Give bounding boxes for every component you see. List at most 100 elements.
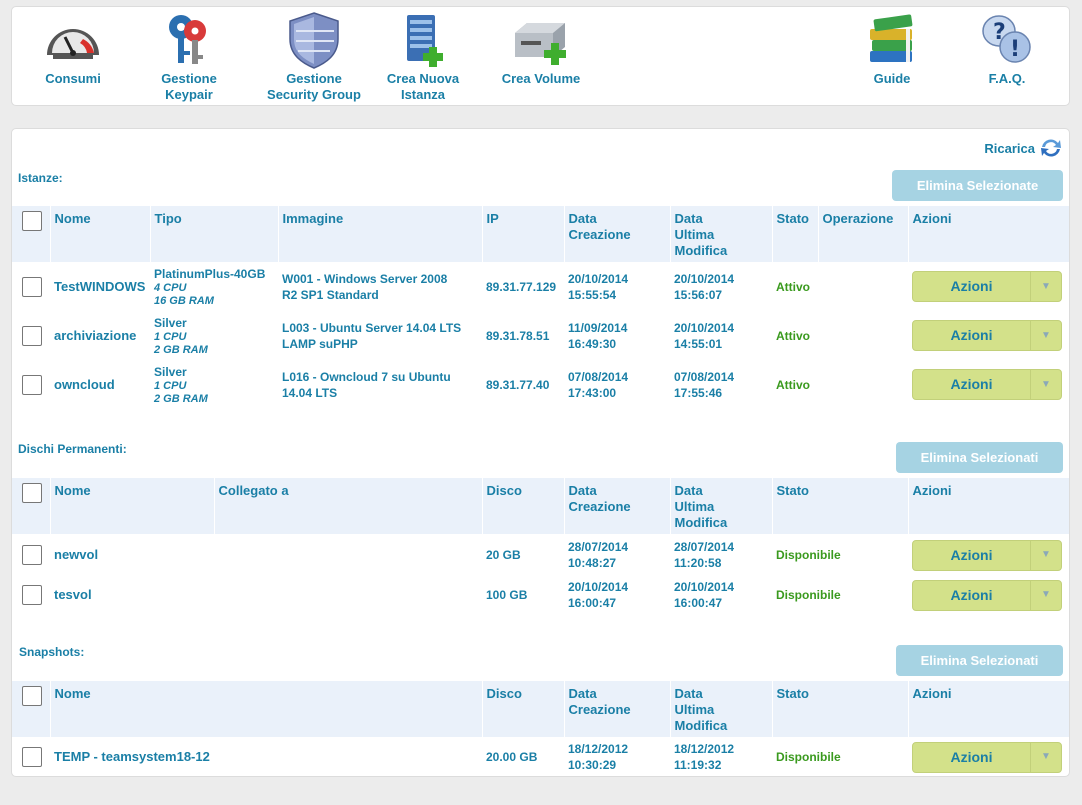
table-row: TestWINDOWS PlatinumPlus-40GB 4 CPU 16 GB …	[12, 262, 1069, 311]
guide-button[interactable]: Guide	[860, 11, 924, 87]
table-row: tesvol 100 GB 20/10/2014 16:00:47 20/10/2…	[12, 576, 1069, 614]
col-data-modifica[interactable]: Data Ultima Modifica	[669, 478, 772, 534]
col-nome[interactable]: Nome	[49, 206, 150, 262]
crea-nuova-istanza-button[interactable]: Crea Nuova Istanza	[378, 11, 468, 103]
row-checkbox[interactable]	[22, 747, 42, 767]
books-icon	[870, 14, 913, 62]
table-row: archiviazione Silver 1 CPU 2 GB RAM L003 -…	[12, 311, 1069, 360]
instance-modified: 20/10/2014 15:56:07	[674, 271, 735, 302]
consumi-button[interactable]: Consumi	[34, 11, 112, 87]
azioni-dropdown-button[interactable]: Azioni ▼	[912, 271, 1062, 302]
instance-ip: 89.31.78.51	[486, 328, 550, 343]
chevron-down-icon[interactable]: ▼	[1030, 580, 1061, 610]
snapshots-delete-selected-button[interactable]: Elimina Selezionati	[896, 645, 1063, 676]
instance-name-link[interactable]: owncloud	[50, 360, 150, 409]
server-add-icon	[407, 15, 443, 67]
snapshots-title: Snapshots:	[19, 645, 85, 659]
col-stato[interactable]: Stato	[771, 681, 908, 737]
col-nome[interactable]: Nome	[49, 478, 214, 534]
instance-image: W001 - Windows Server 2008 R2 SP1 Standar…	[282, 271, 448, 302]
col-immagine[interactable]: Immagine	[277, 206, 482, 262]
col-data-creazione[interactable]: Data Creazione	[563, 206, 670, 262]
faq-button[interactable]: ? ! F.A.Q.	[972, 11, 1042, 87]
crea-volume-button[interactable]: Crea Volume	[494, 11, 588, 87]
reload-label: Ricarica	[984, 140, 1035, 156]
select-all-header	[12, 478, 50, 534]
chevron-down-icon[interactable]: ▼	[1030, 540, 1061, 570]
instances-header-row: Nome Tipo Immagine IP Data Creazione Data…	[12, 206, 1069, 262]
actions-cell: Azioni ▼	[908, 576, 1069, 614]
col-data-modifica[interactable]: Data Ultima Modifica	[669, 681, 772, 737]
select-all-checkbox[interactable]	[22, 483, 42, 503]
select-all-checkbox[interactable]	[22, 211, 42, 231]
col-azioni: Azioni	[907, 681, 1069, 737]
azioni-dropdown-button[interactable]: Azioni ▼	[912, 320, 1062, 351]
instance-name-link[interactable]: TestWINDOWS	[50, 262, 150, 311]
disk-name-link[interactable]: tesvol	[50, 576, 214, 614]
col-data-modifica[interactable]: Data Ultima Modifica	[669, 206, 772, 262]
gestione-security-group-button[interactable]: Gestione Security Group	[264, 11, 364, 103]
select-all-header	[12, 681, 50, 737]
instance-created: 11/09/2014 16:49:30	[568, 320, 628, 351]
col-azioni: Azioni	[907, 478, 1069, 534]
col-disco[interactable]: Disco	[481, 681, 564, 737]
col-nome[interactable]: Nome	[49, 681, 482, 737]
snapshots-table: Nome Disco Data Creazione Data Ultima Modif…	[12, 681, 1069, 777]
azioni-dropdown-button[interactable]: Azioni ▼	[912, 539, 1062, 571]
instances-title: Istanze:	[18, 171, 63, 185]
col-tipo[interactable]: Tipo	[149, 206, 278, 262]
shield-icon	[289, 12, 339, 69]
disks-title: Dischi Permanenti:	[18, 442, 127, 456]
actions-cell: Azioni ▼	[908, 737, 1069, 777]
reload-button[interactable]: Ricarica	[984, 137, 1063, 159]
col-data-creazione[interactable]: Data Creazione	[563, 478, 670, 534]
select-all-checkbox[interactable]	[22, 686, 42, 706]
snapshot-name-link[interactable]: TEMP - teamsystem18-12	[50, 737, 482, 777]
row-checkbox[interactable]	[22, 545, 42, 565]
col-stato[interactable]: Stato	[771, 206, 818, 262]
chevron-down-icon[interactable]: ▼	[1030, 742, 1061, 772]
svg-text:!: !	[1010, 37, 1020, 62]
disk-modified: 20/10/2014 16:00:47	[674, 580, 735, 610]
instance-name-link[interactable]: archiviazione	[50, 311, 150, 360]
status-badge: Attivo	[776, 328, 810, 343]
chevron-down-icon[interactable]: ▼	[1030, 370, 1061, 399]
instance-ip: 89.31.77.129	[486, 279, 557, 294]
gestione-keypair-button[interactable]: Gestione Keypair	[150, 11, 228, 103]
col-azioni: Azioni	[907, 206, 1069, 262]
instance-type: Silver 1 CPU 2 GB RAM	[154, 364, 208, 405]
instance-image: L003 - Ubuntu Server 14.04 LTS LAMP suPHP	[282, 320, 462, 351]
row-checkbox[interactable]	[22, 276, 42, 297]
disk-add-icon	[515, 23, 566, 65]
row-checkbox[interactable]	[22, 585, 42, 605]
col-stato[interactable]: Stato	[771, 478, 908, 534]
col-ip[interactable]: IP	[481, 206, 564, 262]
disk-size: 20 GB	[486, 548, 521, 562]
col-data-creazione[interactable]: Data Creazione	[563, 681, 670, 737]
instances-delete-selected-button[interactable]: Elimina Selezionate	[892, 170, 1063, 201]
refresh-icon	[1041, 139, 1061, 157]
disks-header-row: Nome Collegato a Disco Data Creazione Dat…	[12, 478, 1069, 534]
table-row: newvol 20 GB 28/07/2014 10:48:27 28/07/20…	[12, 534, 1069, 576]
snapshot-modified: 18/12/2012 11:19:32	[674, 742, 735, 772]
disks-delete-selected-button[interactable]: Elimina Selezionati	[896, 442, 1063, 473]
chevron-down-icon[interactable]: ▼	[1030, 321, 1061, 350]
row-checkbox[interactable]	[22, 325, 42, 346]
col-operazione: Operazione	[817, 206, 908, 262]
disk-created: 28/07/2014 10:48:27	[568, 540, 629, 570]
chevron-down-icon[interactable]: ▼	[1030, 272, 1061, 301]
actions-cell: Azioni ▼	[908, 311, 1069, 360]
instance-ip: 89.31.77.40	[486, 377, 550, 392]
snapshot-created: 18/12/2012 10:30:29	[568, 742, 629, 772]
row-checkbox[interactable]	[22, 374, 42, 395]
snapshot-size: 20.00 GB	[486, 750, 538, 764]
main-panel: Ricarica Istanze: Elimina Selezionate No…	[11, 128, 1070, 777]
disk-modified: 28/07/2014 11:20:58	[674, 540, 735, 570]
azioni-dropdown-button[interactable]: Azioni ▼	[912, 579, 1062, 611]
disk-name-link[interactable]: newvol	[50, 534, 214, 576]
azioni-dropdown-button[interactable]: Azioni ▼	[912, 741, 1062, 773]
instance-operation	[818, 262, 908, 311]
col-collegato[interactable]: Collegato a	[213, 478, 482, 534]
col-disco[interactable]: Disco	[481, 478, 564, 534]
azioni-dropdown-button[interactable]: Azioni ▼	[912, 369, 1062, 400]
